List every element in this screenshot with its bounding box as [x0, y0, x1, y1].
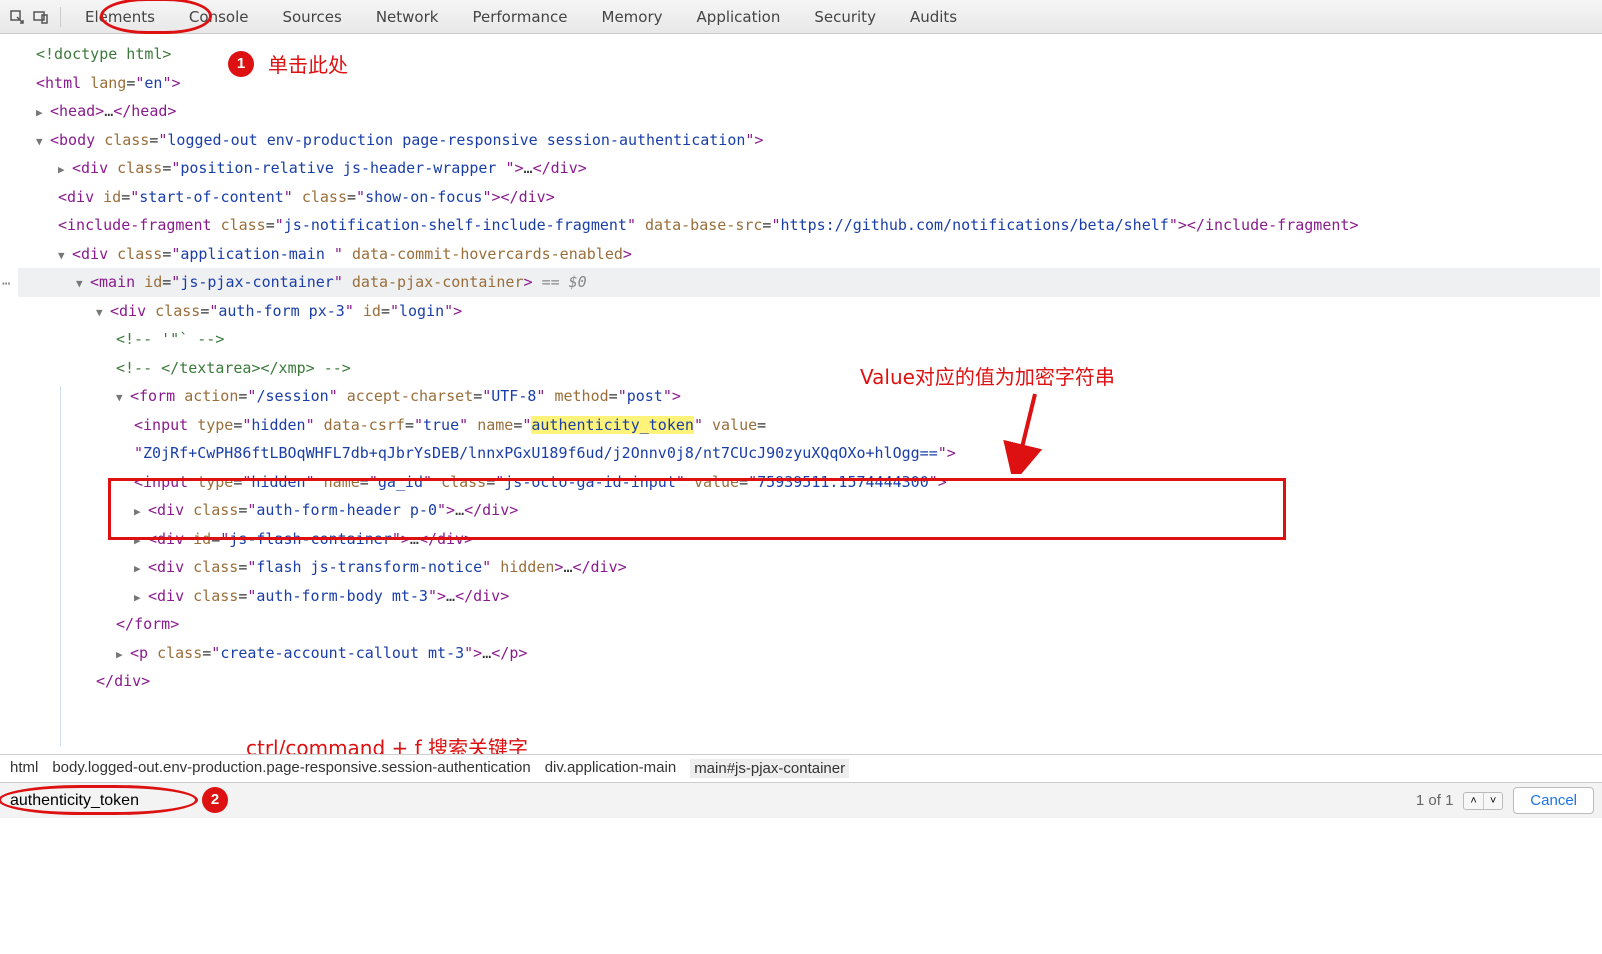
- dom-node[interactable]: <div class="application-main " data-comm…: [18, 240, 1600, 269]
- dom-node[interactable]: <head>…</head>: [18, 97, 1600, 126]
- crumb-html[interactable]: html: [10, 759, 38, 778]
- dom-node[interactable]: <!-- '"` -->: [18, 325, 1600, 354]
- dom-node[interactable]: </div>: [18, 667, 1600, 696]
- dom-node[interactable]: <!-- </textarea></xmp> -->: [18, 354, 1600, 383]
- crumb-main[interactable]: main#js-pjax-container: [690, 759, 849, 778]
- dom-node[interactable]: <form action="/session" accept-charset="…: [18, 382, 1600, 411]
- dom-node[interactable]: <p class="create-account-callout mt-3">……: [18, 639, 1600, 668]
- dom-node[interactable]: <div class="auth-form px-3" id="login">: [18, 297, 1600, 326]
- dom-node[interactable]: <div id="js-flash-container">…</div>: [18, 525, 1600, 554]
- tab-elements[interactable]: Elements: [71, 2, 169, 32]
- tab-audits[interactable]: Audits: [896, 2, 971, 32]
- dom-node[interactable]: <div id="start-of-content" class="show-o…: [18, 183, 1600, 212]
- search-input[interactable]: [8, 788, 1406, 814]
- crumb-body[interactable]: body.logged-out.env-production.page-resp…: [52, 759, 530, 778]
- dom-node[interactable]: </form>: [18, 610, 1600, 639]
- dom-node[interactable]: <body class="logged-out env-production p…: [18, 126, 1600, 155]
- devtools-toolbar: Elements Console Sources Network Perform…: [0, 0, 1602, 34]
- annotation-search-hint: ctrl/command + f 搜索关键字: [246, 729, 528, 754]
- dom-node[interactable]: <div class="position-relative js-header-…: [18, 154, 1600, 183]
- dom-node-selected[interactable]: <main id="js-pjax-container" data-pjax-c…: [18, 268, 1600, 297]
- dom-node[interactable]: <include-fragment class="js-notification…: [18, 211, 1600, 240]
- tab-application[interactable]: Application: [683, 2, 795, 32]
- dom-node-csrf[interactable]: <input type="hidden" data-csrf="true" na…: [18, 411, 1600, 468]
- inspect-icon[interactable]: [8, 8, 26, 26]
- dom-node[interactable]: <html lang="en">: [18, 69, 1600, 98]
- tab-network[interactable]: Network: [362, 2, 453, 32]
- dom-node[interactable]: <input type="hidden" name="ga_id" class=…: [18, 468, 1600, 497]
- search-cancel-button[interactable]: Cancel: [1513, 787, 1594, 814]
- dom-node[interactable]: <div class="auth-form-header p-0">…</div…: [18, 496, 1600, 525]
- tab-security[interactable]: Security: [800, 2, 890, 32]
- tab-sources[interactable]: Sources: [268, 2, 355, 32]
- tab-console[interactable]: Console: [175, 2, 263, 32]
- search-prev-button[interactable]: ˄: [1464, 793, 1482, 809]
- dom-node[interactable]: <div class="auth-form-body mt-3">…</div>: [18, 582, 1600, 611]
- breadcrumb[interactable]: html body.logged-out.env-production.page…: [0, 754, 1602, 782]
- elements-panel[interactable]: <!doctype html> <html lang="en"> <head>……: [0, 34, 1602, 754]
- device-toggle-icon[interactable]: [32, 8, 50, 26]
- tab-memory[interactable]: Memory: [588, 2, 677, 32]
- crumb-div[interactable]: div.application-main: [545, 759, 676, 778]
- tab-performance[interactable]: Performance: [458, 2, 581, 32]
- dom-node[interactable]: <!doctype html>: [18, 40, 1600, 69]
- search-next-button[interactable]: ˅: [1483, 793, 1502, 809]
- search-result-count: 1 of 1: [1416, 792, 1454, 809]
- search-bar: 1 of 1 ˄ ˅ Cancel 2: [0, 782, 1602, 818]
- dom-node[interactable]: <div class="flash js-transform-notice" h…: [18, 553, 1600, 582]
